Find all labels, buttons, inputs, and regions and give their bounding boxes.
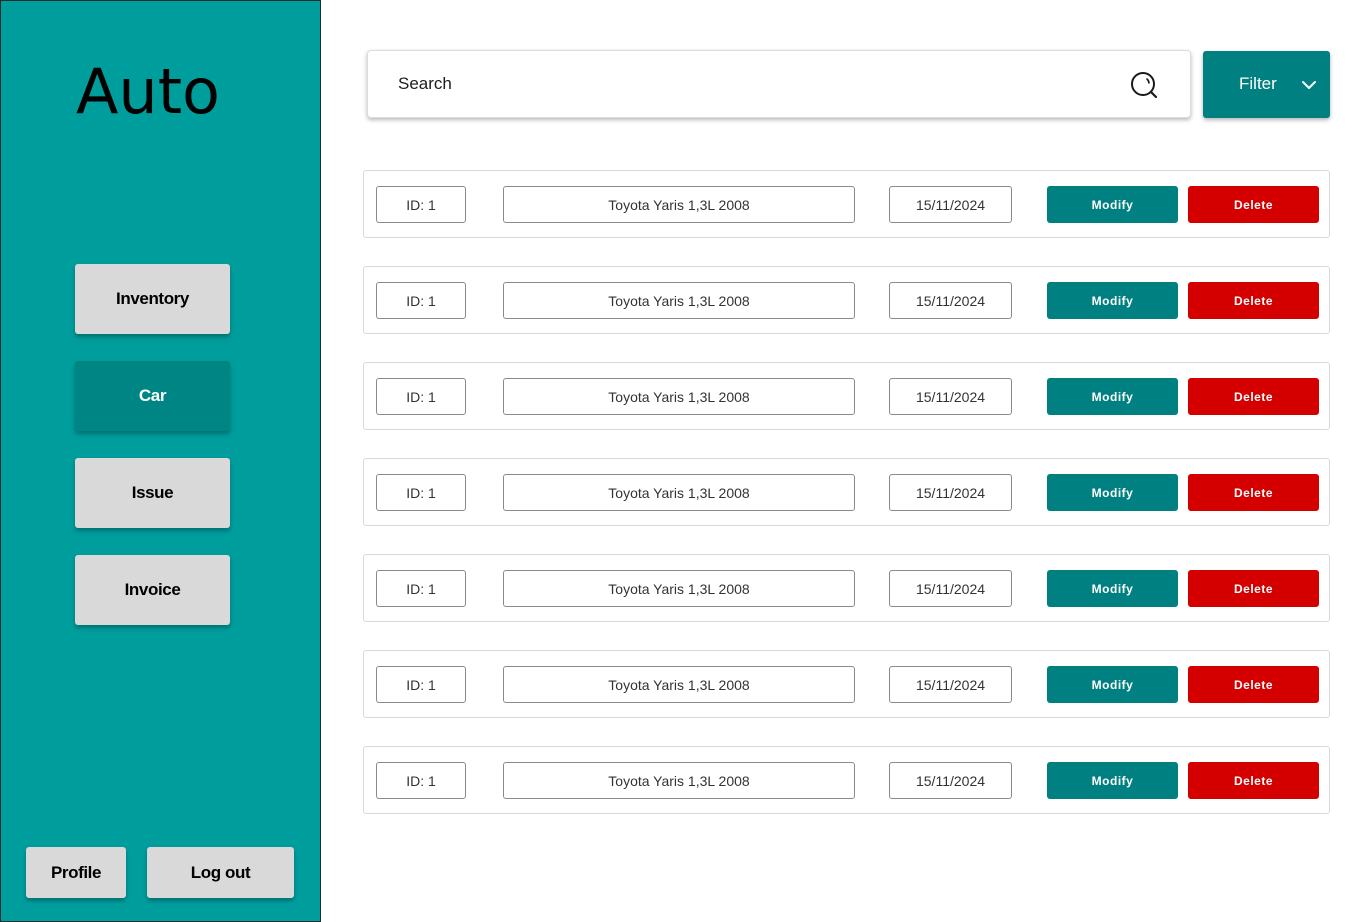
logout-button[interactable]: Log out (147, 847, 294, 898)
delete-button[interactable]: Delete (1188, 186, 1319, 223)
modify-button[interactable]: Modify (1047, 474, 1178, 511)
row-id: ID: 1 (376, 474, 466, 511)
row-car-name: Toyota Yaris 1,3L 2008 (503, 282, 855, 319)
search-icon[interactable] (1130, 71, 1158, 99)
nav-inventory-button[interactable]: Inventory (75, 264, 230, 334)
app-logo: Auto (76, 55, 220, 128)
modify-button[interactable]: Modify (1047, 762, 1178, 799)
row-id: ID: 1 (376, 186, 466, 223)
row-date: 15/11/2024 (889, 378, 1012, 415)
modify-button[interactable]: Modify (1047, 666, 1178, 703)
row-date: 15/11/2024 (889, 282, 1012, 319)
row-car-name: Toyota Yaris 1,3L 2008 (503, 186, 855, 223)
nav-invoice-button[interactable]: Invoice (75, 555, 230, 625)
nav-issue-button[interactable]: Issue (75, 458, 230, 528)
search-box (367, 50, 1191, 118)
row-id: ID: 1 (376, 666, 466, 703)
row-car-name: Toyota Yaris 1,3L 2008 (503, 762, 855, 799)
table-row: ID: 1 Toyota Yaris 1,3L 2008 15/11/2024 … (363, 746, 1330, 814)
search-input[interactable] (396, 51, 1096, 117)
row-date: 15/11/2024 (889, 666, 1012, 703)
chevron-down-icon (1302, 81, 1316, 89)
table-row: ID: 1 Toyota Yaris 1,3L 2008 15/11/2024 … (363, 650, 1330, 718)
row-id: ID: 1 (376, 378, 466, 415)
table-row: ID: 1 Toyota Yaris 1,3L 2008 15/11/2024 … (363, 458, 1330, 526)
row-date: 15/11/2024 (889, 186, 1012, 223)
row-date: 15/11/2024 (889, 762, 1012, 799)
row-car-name: Toyota Yaris 1,3L 2008 (503, 570, 855, 607)
row-date: 15/11/2024 (889, 570, 1012, 607)
delete-button[interactable]: Delete (1188, 378, 1319, 415)
modify-button[interactable]: Modify (1047, 570, 1178, 607)
row-car-name: Toyota Yaris 1,3L 2008 (503, 474, 855, 511)
row-date: 15/11/2024 (889, 474, 1012, 511)
delete-button[interactable]: Delete (1188, 282, 1319, 319)
row-car-name: Toyota Yaris 1,3L 2008 (503, 378, 855, 415)
row-id: ID: 1 (376, 762, 466, 799)
nav-car-button[interactable]: Car (75, 361, 230, 431)
row-id: ID: 1 (376, 570, 466, 607)
delete-button[interactable]: Delete (1188, 474, 1319, 511)
table-row: ID: 1 Toyota Yaris 1,3L 2008 15/11/2024 … (363, 554, 1330, 622)
filter-label: Filter (1239, 74, 1277, 93)
sidebar: Auto Inventory Car Issue Invoice Profile… (0, 0, 321, 922)
table-row: ID: 1 Toyota Yaris 1,3L 2008 15/11/2024 … (363, 170, 1330, 238)
modify-button[interactable]: Modify (1047, 186, 1178, 223)
delete-button[interactable]: Delete (1188, 666, 1319, 703)
modify-button[interactable]: Modify (1047, 282, 1178, 319)
profile-button[interactable]: Profile (26, 847, 126, 898)
table-row: ID: 1 Toyota Yaris 1,3L 2008 15/11/2024 … (363, 266, 1330, 334)
row-car-name: Toyota Yaris 1,3L 2008 (503, 666, 855, 703)
row-id: ID: 1 (376, 282, 466, 319)
delete-button[interactable]: Delete (1188, 762, 1319, 799)
table-row: ID: 1 Toyota Yaris 1,3L 2008 15/11/2024 … (363, 362, 1330, 430)
modify-button[interactable]: Modify (1047, 378, 1178, 415)
delete-button[interactable]: Delete (1188, 570, 1319, 607)
filter-button[interactable]: Filter (1203, 51, 1330, 118)
